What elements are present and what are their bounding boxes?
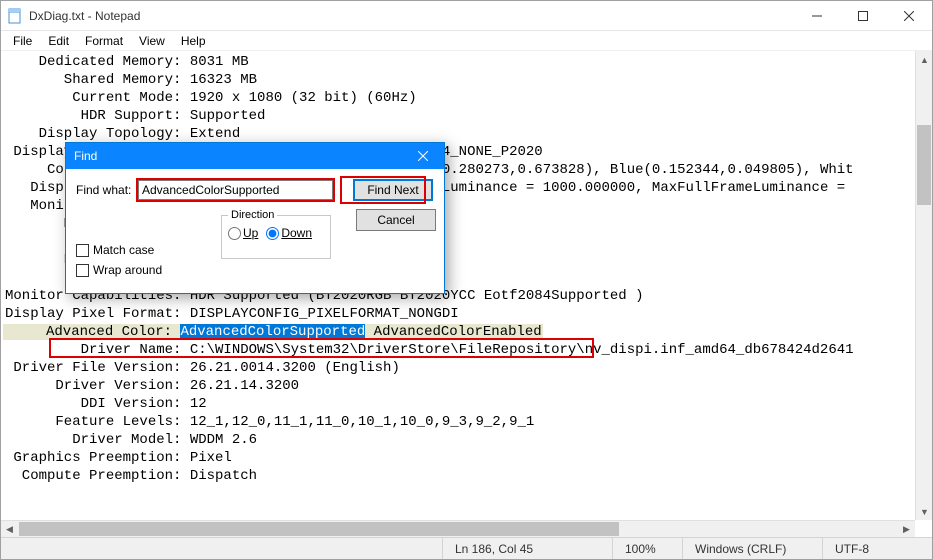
text-line: Current Mode: 1920 x 1080 (32 bit) (60Hz… — [5, 90, 417, 106]
wrap-around-option[interactable]: Wrap around — [76, 263, 436, 277]
statusbar: Ln 186, Col 45 100% Windows (CRLF) UTF-8 — [1, 537, 932, 559]
horizontal-scrollbar[interactable]: ◀ ▶ — [1, 520, 915, 537]
text-line: Display Topology: Extend — [5, 126, 240, 142]
text-line: Driver Version: 26.21.14.3200 — [5, 378, 299, 394]
menu-format[interactable]: Format — [77, 32, 131, 50]
direction-up[interactable]: Up — [228, 226, 258, 240]
find-dialog[interactable]: Find Find what: Find Next Cancel — [65, 142, 445, 294]
text-line: Advanced Color: AdvancedColorSupported A… — [3, 324, 543, 340]
direction-down-radio[interactable] — [266, 227, 279, 240]
text-line: Shared Memory: 16323 MB — [5, 72, 257, 88]
text-line: Display Pixel Format: DISPLAYCONFIG_PIXE… — [5, 306, 459, 322]
maximize-button[interactable] — [840, 1, 886, 31]
scroll-left-icon[interactable]: ◀ — [1, 521, 18, 537]
close-button[interactable] — [886, 1, 932, 31]
scroll-right-icon[interactable]: ▶ — [898, 521, 915, 537]
wrap-around-checkbox[interactable] — [76, 264, 89, 277]
notepad-window: DxDiag.txt - Notepad File Edit Format Vi… — [0, 0, 933, 560]
direction-group: Direction Up Down — [221, 215, 331, 259]
text-line: DDI Version: 12 — [5, 396, 207, 412]
direction-up-radio[interactable] — [228, 227, 241, 240]
find-close-button[interactable] — [402, 143, 444, 169]
selected-text: AdvancedColorSupported — [180, 324, 365, 340]
notepad-icon — [7, 8, 23, 24]
minimize-button[interactable] — [794, 1, 840, 31]
text-line: Dedicated Memory: 8031 MB — [5, 54, 249, 70]
status-encoding: UTF-8 — [822, 538, 932, 559]
direction-label: Direction — [228, 209, 277, 221]
status-position: Ln 186, Col 45 — [442, 538, 612, 559]
text-line: reen(0.280273,0.673828), Blue(0.152344,0… — [400, 162, 854, 178]
direction-down[interactable]: Down — [266, 226, 312, 240]
close-icon — [418, 151, 428, 161]
text-line: Feature Levels: 12_1,12_0,11_1,11_0,10_1… — [5, 414, 534, 430]
match-case-checkbox[interactable] — [76, 244, 89, 257]
editor-viewport: Dedicated Memory: 8031 MB Shared Memory:… — [1, 51, 932, 537]
scroll-up-icon[interactable]: ▲ — [916, 51, 932, 68]
vertical-scrollbar[interactable]: ▲ ▼ — [915, 51, 932, 520]
cancel-button[interactable]: Cancel — [356, 209, 436, 231]
text-editor[interactable]: Dedicated Memory: 8031 MB Shared Memory:… — [1, 51, 932, 537]
find-what-input[interactable] — [138, 180, 333, 200]
menu-edit[interactable]: Edit — [40, 32, 77, 50]
text-line: Driver Name: C:\WINDOWS\System32\DriverS… — [5, 342, 854, 358]
find-next-button[interactable]: Find Next — [353, 179, 433, 201]
vertical-scroll-thumb[interactable] — [917, 125, 931, 205]
menu-view[interactable]: View — [131, 32, 173, 50]
text-line: , Max Luminance = 1000.000000, MaxFullFr… — [391, 180, 853, 196]
text-line: Driver Model: WDDM 2.6 — [5, 432, 257, 448]
text-line: Graphics Preemption: Pixel — [5, 450, 232, 466]
scroll-down-icon[interactable]: ▼ — [916, 503, 932, 520]
find-title: Find — [74, 149, 97, 163]
text-line: Compute Preemption: Dispatch — [5, 468, 257, 484]
text-line: Driver File Version: 26.21.0014.3200 (En… — [5, 360, 400, 376]
titlebar[interactable]: DxDiag.txt - Notepad — [1, 1, 932, 31]
find-titlebar[interactable]: Find — [66, 143, 444, 169]
find-what-label: Find what: — [76, 183, 138, 197]
horizontal-scroll-thumb[interactable] — [19, 522, 619, 536]
menubar: File Edit Format View Help — [1, 31, 932, 51]
status-zoom: 100% — [612, 538, 682, 559]
text-line: HDR Support: Supported — [5, 108, 265, 124]
window-title: DxDiag.txt - Notepad — [29, 9, 140, 23]
menu-file[interactable]: File — [5, 32, 40, 50]
status-eol: Windows (CRLF) — [682, 538, 822, 559]
menu-help[interactable]: Help — [173, 32, 214, 50]
